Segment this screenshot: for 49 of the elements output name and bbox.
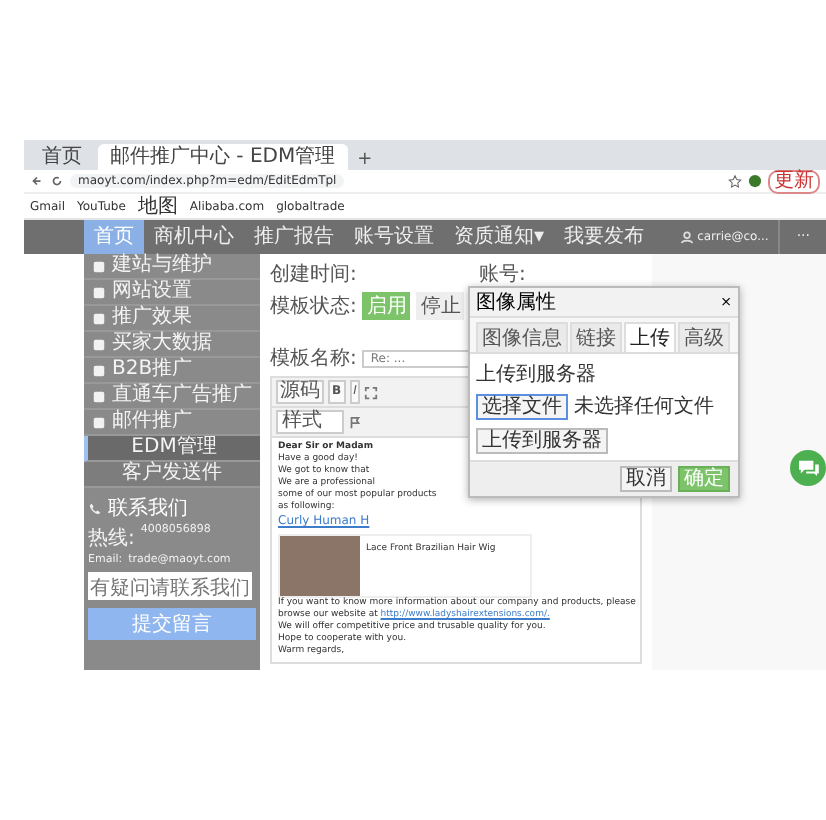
- cancel-button[interactable]: 取消: [620, 466, 672, 492]
- nav-tab[interactable]: 推广报告: [244, 220, 344, 254]
- nav-tab[interactable]: 资质通知▾: [444, 220, 555, 254]
- choose-file-button[interactable]: 选择文件: [476, 393, 568, 419]
- avatar-icon[interactable]: [748, 174, 762, 188]
- contact-title: 联系我们: [108, 495, 188, 522]
- update-button[interactable]: 更新: [768, 169, 820, 193]
- dialog-tab[interactable]: 链接: [570, 322, 622, 352]
- file-status: 未选择任何文件: [574, 393, 714, 420]
- chat-icon[interactable]: [790, 450, 826, 486]
- dialog-tab[interactable]: 图像信息: [476, 322, 568, 352]
- square-icon: [92, 259, 106, 273]
- reload-icon[interactable]: [50, 174, 64, 188]
- field-label: 模板状态:: [270, 293, 357, 320]
- field-label: 创建时间:: [270, 261, 357, 288]
- dialog-tab[interactable]: 上传: [624, 322, 676, 352]
- user-icon: [679, 230, 694, 244]
- star-icon[interactable]: [728, 174, 742, 188]
- source-button[interactable]: 源码: [276, 380, 324, 404]
- upload-button[interactable]: 上传到服务器: [476, 428, 608, 454]
- field-label: 账号:: [479, 261, 526, 288]
- nav-tab[interactable]: 账号设置: [344, 220, 444, 254]
- browser-tab[interactable]: 首页: [30, 144, 94, 170]
- browser-tab[interactable]: 邮件推广中心 - EDM管理: [98, 144, 348, 170]
- nav-tab[interactable]: 商机中心: [144, 220, 244, 254]
- style-select[interactable]: 样式: [276, 410, 344, 434]
- flag-icon[interactable]: [348, 415, 362, 429]
- sidebar-item[interactable]: EDM管理: [84, 436, 260, 462]
- photo-placeholder: [280, 536, 360, 596]
- square-icon: [92, 415, 106, 429]
- square-icon: [92, 311, 106, 325]
- message-field[interactable]: 有疑问请联系我们: [88, 572, 252, 600]
- dialog-tab[interactable]: 高级: [678, 322, 730, 352]
- status-toggle[interactable]: 停止: [416, 292, 465, 320]
- field-label: 模板名称:: [270, 345, 357, 372]
- nav-tab[interactable]: 我要发布: [554, 220, 655, 254]
- sidebar-item[interactable]: 客户发送件: [84, 462, 260, 488]
- square-icon: [92, 363, 106, 377]
- square-icon: [92, 389, 106, 403]
- back-arrow-icon[interactable]: [30, 174, 44, 188]
- bookmark-link[interactable]: 地图: [137, 192, 178, 220]
- square-icon: [92, 337, 106, 351]
- fullscreen-icon[interactable]: [364, 385, 379, 399]
- square-icon: [92, 285, 106, 299]
- new-tab-button[interactable]: +: [351, 150, 379, 170]
- hotline-label: 热线:: [88, 525, 135, 552]
- dialog-title: 图像属性: [476, 289, 556, 316]
- phone-icon: [88, 501, 102, 515]
- upload-label: 上传到服务器: [476, 361, 596, 388]
